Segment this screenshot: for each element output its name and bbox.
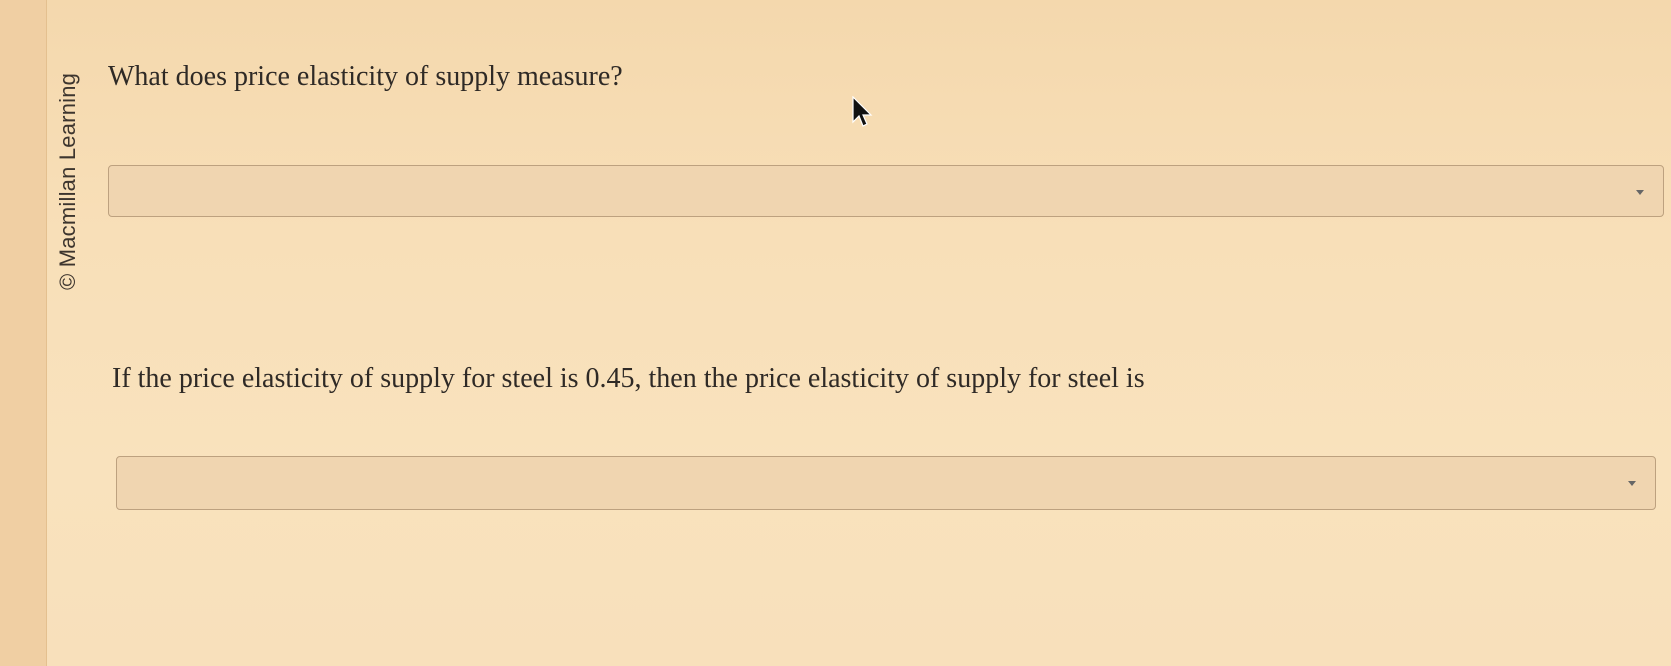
question-steel-elasticity: If the price elasticity of supply for st… [112, 363, 1145, 394]
chevron-down-icon [1636, 190, 1644, 195]
answer-dropdown-1[interactable] [108, 165, 1664, 217]
question-price-elasticity-measure: What does price elasticity of supply mea… [108, 61, 623, 92]
chevron-down-icon [1628, 481, 1636, 486]
mouse-pointer-icon [851, 96, 873, 128]
left-gutter [0, 0, 47, 666]
answer-dropdown-2[interactable] [116, 456, 1656, 510]
copyright-label: © Macmillan Learning [55, 72, 80, 290]
